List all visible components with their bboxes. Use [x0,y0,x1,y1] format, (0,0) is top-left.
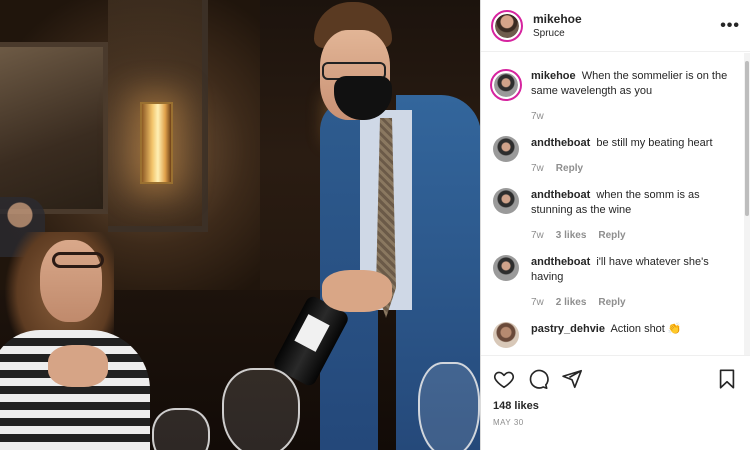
comment-likes[interactable]: 2 likes [556,295,587,310]
caption-time[interactable]: 7w [531,109,544,124]
wine-glass [152,408,210,450]
comment-item: andtheboat i'll have whatever she's havi… [493,255,740,310]
post-side-panel: mikehoe Spruce ••• mikehoe When the somm… [480,0,750,450]
more-horizontal-icon[interactable]: ••• [720,17,740,35]
author-avatar[interactable] [491,9,523,42]
woman-hand [48,345,108,387]
comment-item: pastry_dehvie Action shot 👏 [493,322,740,348]
comment-username[interactable]: andtheboat [531,189,590,201]
heart-icon[interactable] [493,368,515,390]
woman-glasses [52,252,104,268]
commenter-avatar[interactable] [493,255,519,281]
author-username[interactable]: mikehoe [533,12,720,26]
commenter-avatar[interactable] [493,188,519,214]
caption: mikehoe When the sommelier is on the sam… [490,69,740,124]
share-icon[interactable] [561,368,583,390]
wine-glass [222,368,300,450]
post-photo[interactable] [0,0,480,450]
reply-button[interactable]: Reply [598,295,625,310]
wine-glass [418,362,480,450]
comment-username[interactable]: andtheboat [531,137,590,149]
wall-lamp [140,102,173,184]
likes-count[interactable]: 148 likes [493,400,738,412]
comment-time[interactable]: 7w [531,161,544,176]
comment-item: andtheboat when the somm is as stunning … [493,188,740,243]
post-date[interactable]: MAY 30 [493,418,738,427]
comment-time[interactable]: 7w [531,228,544,243]
caption-username[interactable]: mikehoe [531,70,576,82]
comment-time[interactable]: 7w [531,295,544,310]
comments-list[interactable]: mikehoe When the sommelier is on the sam… [481,53,750,355]
comment-item: andtheboat be still my beating heart 7w … [493,136,740,176]
comment-text: Action shot 👏 [610,323,682,335]
post-actions: 148 likes MAY 30 [481,355,750,427]
commenter-avatar[interactable] [493,322,519,348]
instagram-post: mikehoe Spruce ••• mikehoe When the somm… [0,0,750,450]
reply-button[interactable]: Reply [598,228,625,243]
caption-avatar[interactable] [490,69,522,101]
commenter-avatar[interactable] [493,136,519,162]
bookmark-icon[interactable] [716,368,738,390]
comment-username[interactable]: andtheboat [531,256,590,268]
sommelier-hand [322,270,392,312]
mirror-reflection [0,42,108,257]
comment-username[interactable]: pastry_dehvie [531,323,605,335]
comment-likes[interactable]: 3 likes [556,228,587,243]
post-header: mikehoe Spruce ••• [481,0,750,52]
post-location[interactable]: Spruce [533,28,720,39]
comment-icon[interactable] [527,368,549,390]
comment-text: be still my beating heart [596,137,713,149]
reply-button[interactable]: Reply [556,161,583,176]
